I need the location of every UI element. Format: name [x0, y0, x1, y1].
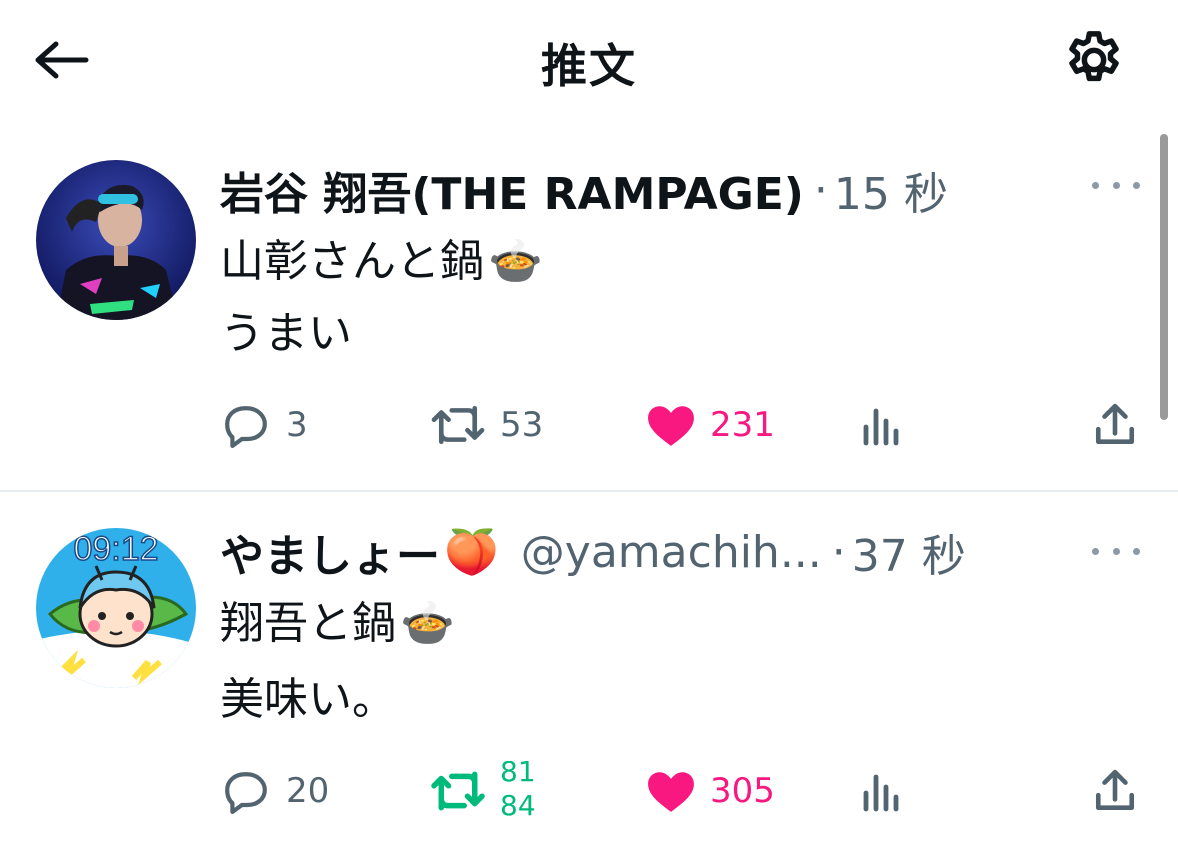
more-dot-icon [1112, 181, 1120, 189]
tweet-actions: 20 81 84 305 [0, 761, 1178, 821]
reply-button[interactable]: 20 [220, 761, 329, 821]
top-app-bar: 推文 [0, 0, 1178, 122]
share-button[interactable] [1092, 761, 1138, 821]
reply-count: 20 [286, 771, 330, 811]
more-options-button[interactable] [1092, 536, 1140, 566]
tweet-header: やましょー 🍑 @yamachih... · 37 秒 [220, 520, 966, 584]
heart-filled-icon [648, 406, 694, 446]
tweet-text-line: うまい [220, 308, 352, 359]
more-dot-icon [1112, 547, 1120, 555]
retweet-count-animating: 81 84 [500, 761, 544, 821]
timestamp[interactable]: 37 秒 [852, 520, 966, 584]
more-dot-icon [1092, 181, 1099, 189]
retweet-count-old: 81 [500, 761, 536, 788]
settings-button[interactable] [1058, 26, 1130, 94]
like-button[interactable]: 305 [646, 761, 775, 821]
views-button[interactable] [860, 395, 904, 455]
timestamp[interactable]: 15 秒 [834, 158, 948, 222]
more-options-button[interactable] [1092, 170, 1140, 200]
like-count: 231 [710, 405, 775, 445]
user-handle[interactable]: @yamachih... [521, 527, 822, 578]
like-button[interactable]: 231 [646, 395, 775, 455]
avatar[interactable] [36, 160, 196, 320]
page-title: 推文 [541, 39, 637, 93]
avatar-clock-text: 09:12 [73, 530, 158, 568]
gear-icon [1069, 31, 1119, 82]
hot-pot-emoji: 🍲 [400, 598, 455, 649]
tweet-text-line: 翔吾と鍋🍲 [220, 596, 455, 652]
more-dot-icon [1133, 547, 1140, 555]
separator-dot: · [813, 164, 828, 216]
avatar[interactable]: 09:12 [36, 528, 196, 688]
separator-dot: · [831, 526, 846, 578]
retweet-icon [431, 405, 485, 445]
tweet-text-line: 美味い。 [220, 674, 396, 725]
avatar-illustration-image: 09:12 [36, 528, 196, 688]
display-name[interactable]: やましょー [220, 520, 440, 584]
more-dot-icon [1133, 181, 1140, 189]
retweet-button[interactable]: 53 [430, 395, 543, 455]
retweet-icon [431, 771, 485, 811]
analytics-bars-icon [863, 774, 899, 812]
reply-count: 3 [286, 405, 308, 445]
retweet-button[interactable]: 81 84 [430, 761, 544, 821]
peach-emoji: 🍑 [444, 527, 499, 578]
tweet-item[interactable]: 岩谷 翔吾(THE RAMPAGE) · 15 秒 山彰さんと鍋🍲 うまい 3 … [0, 130, 1178, 490]
tweet-text: 山彰さんと鍋 [220, 236, 484, 287]
tweet-header: 岩谷 翔吾(THE RAMPAGE) · 15 秒 [220, 158, 948, 222]
heart-filled-icon [648, 772, 694, 812]
tweet-item[interactable]: 09:12 やましょー 🍑 @yamachih... · 37 秒 翔吾と鍋🍲 … [0, 492, 1178, 849]
avatar-photo-image [36, 160, 196, 320]
retweet-count: 53 [500, 405, 544, 445]
reply-button[interactable]: 3 [220, 395, 308, 455]
retweet-count-new: 84 [500, 789, 536, 821]
share-button[interactable] [1092, 395, 1138, 455]
display-name[interactable]: 岩谷 翔吾(THE RAMPAGE) [220, 158, 804, 222]
share-upload-icon [1095, 403, 1135, 445]
hot-pot-emoji: 🍲 [488, 236, 543, 287]
share-upload-icon [1095, 769, 1135, 811]
views-button[interactable] [860, 761, 904, 821]
analytics-bars-icon [863, 408, 899, 446]
tweet-text-line: 山彰さんと鍋🍲 [220, 234, 543, 290]
tweet-text: 翔吾と鍋 [220, 598, 396, 649]
tweet-actions: 3 53 231 [0, 395, 1178, 455]
more-dot-icon [1092, 547, 1099, 555]
reply-icon [225, 772, 267, 814]
reply-icon [225, 406, 267, 448]
like-count: 305 [710, 771, 775, 811]
